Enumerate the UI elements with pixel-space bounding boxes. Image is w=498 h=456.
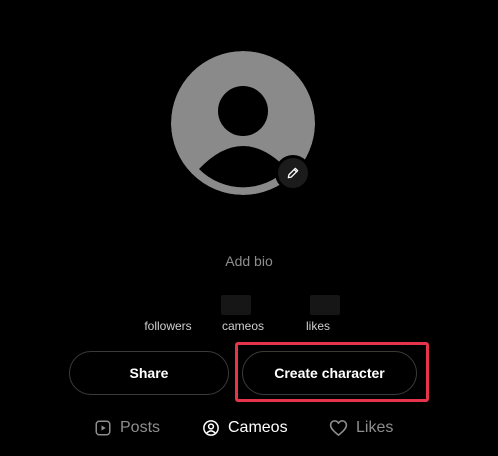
tab-likes[interactable]: Likes [329, 417, 393, 439]
cameos-count [221, 295, 251, 315]
likes-label[interactable]: likes [283, 319, 353, 333]
tab-cameos[interactable]: Cameos [202, 417, 288, 439]
share-button[interactable]: Share [69, 351, 229, 395]
edit-avatar-button[interactable] [275, 155, 311, 191]
tab-likes-label: Likes [356, 419, 394, 436]
tab-posts[interactable]: Posts [94, 417, 160, 439]
cameos-label[interactable]: cameos [208, 319, 278, 333]
likes-count [310, 295, 340, 315]
followers-label[interactable]: followers [133, 319, 203, 333]
avatar-container [171, 51, 315, 195]
heart-icon [329, 420, 348, 436]
user-circle-icon [203, 420, 219, 436]
tab-posts-label: Posts [120, 419, 161, 436]
play-square-icon [95, 420, 111, 436]
pencil-icon [287, 167, 299, 179]
add-bio-link[interactable]: Add bio [0, 253, 498, 269]
create-character-button[interactable]: Create character [242, 351, 417, 395]
tab-cameos-label: Cameos [228, 419, 288, 436]
